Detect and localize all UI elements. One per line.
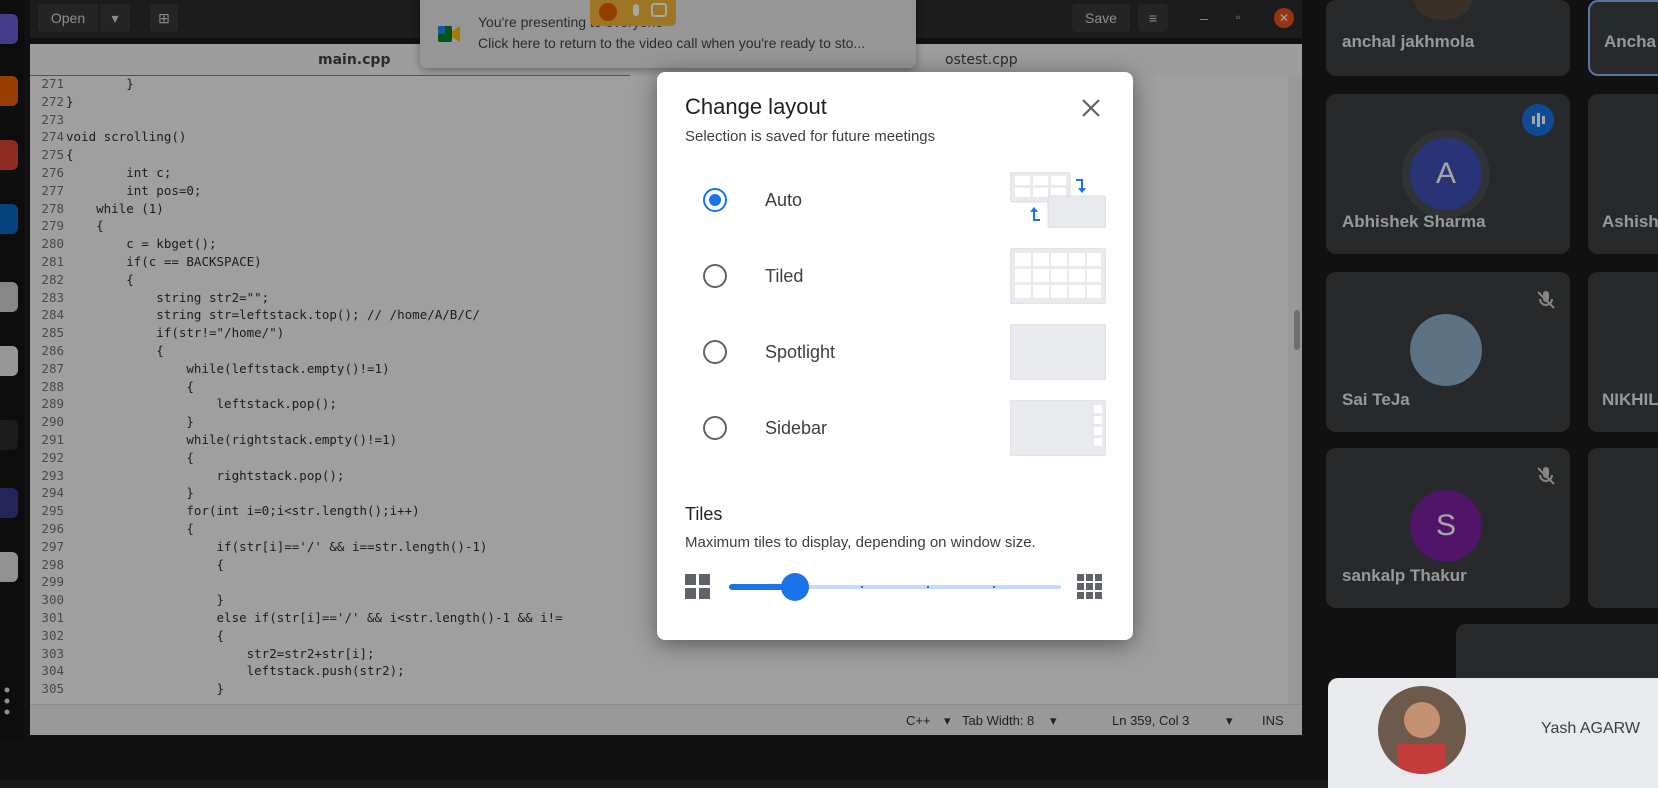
- many-tiles-icon: [1077, 574, 1103, 600]
- few-tiles-icon: [685, 574, 711, 600]
- avatar: [1378, 686, 1466, 774]
- layout-option-tiled[interactable]: Tiled: [685, 246, 1107, 310]
- radio-tiled[interactable]: [703, 264, 727, 288]
- slider-tick: [927, 586, 929, 588]
- radio-sidebar[interactable]: [703, 416, 727, 440]
- dialog-title: Change layout: [685, 94, 827, 119]
- slider-tick: [993, 586, 995, 588]
- tiles-heading: Tiles: [685, 504, 723, 524]
- option-label: Auto: [765, 190, 803, 210]
- option-label: Tiled: [765, 266, 804, 286]
- dialog-subtitle: Selection is saved for future meetings: [685, 128, 936, 145]
- layout-option-sidebar[interactable]: Sidebar: [685, 398, 1107, 462]
- auto-layout-icon: [1009, 171, 1107, 229]
- tiles-description: Maximum tiles to display, depending on w…: [685, 534, 1036, 551]
- tiled-layout-icon: [1009, 247, 1107, 305]
- slider-tick: [861, 586, 863, 588]
- tiles-slider-thumb[interactable]: [781, 573, 809, 601]
- option-label: Spotlight: [765, 342, 836, 362]
- radio-spotlight[interactable]: [703, 340, 727, 364]
- self-view-tile[interactable]: Yash AGARW: [1328, 678, 1658, 788]
- change-layout-dialog: Change layout Selection is saved for fut…: [657, 72, 1133, 640]
- layout-option-spotlight[interactable]: Spotlight: [685, 322, 1107, 386]
- option-label: Sidebar: [765, 418, 828, 438]
- radio-auto[interactable]: [703, 188, 727, 212]
- close-icon[interactable]: [1077, 94, 1105, 122]
- spotlight-layout-icon: [1009, 323, 1107, 381]
- layout-option-auto[interactable]: Auto: [685, 170, 1107, 234]
- sidebar-layout-icon: [1009, 399, 1107, 457]
- participant-name: Yash AGARW: [1541, 720, 1640, 737]
